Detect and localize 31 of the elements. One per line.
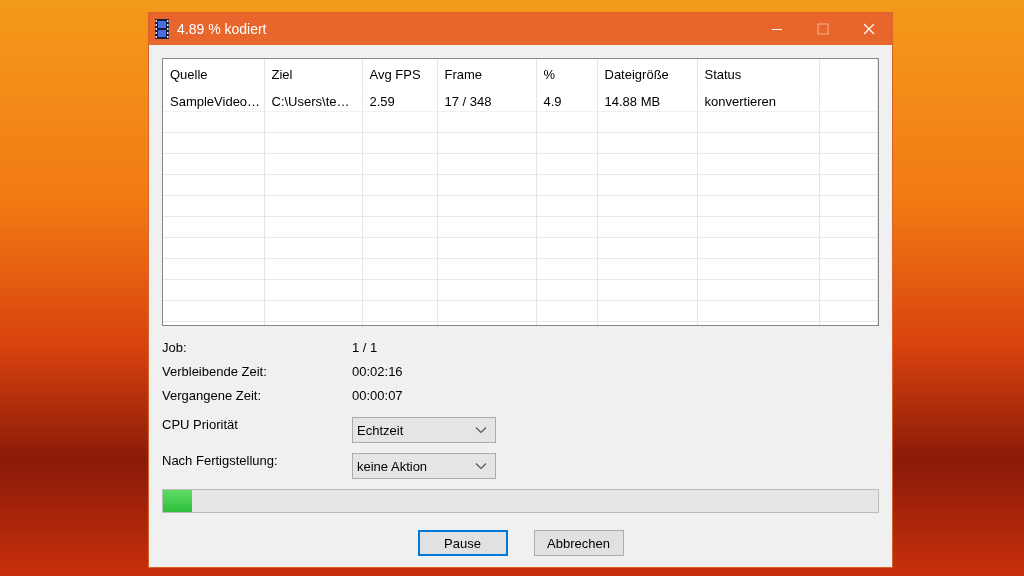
- column-header[interactable]: Quelle: [163, 59, 264, 91]
- dropdown[interactable]: Echtzeit: [352, 417, 496, 443]
- column-header[interactable]: Dateigröße: [597, 59, 697, 91]
- field-label: Nach Fertigstellung:: [162, 453, 279, 468]
- column-header[interactable]: Avg FPS: [362, 59, 437, 91]
- field-value: 00:00:07: [352, 388, 404, 404]
- field-value: 00:02:16: [352, 364, 404, 380]
- field-label: CPU Priorität: [162, 417, 239, 432]
- table-cell: SampleVideo…: [163, 90, 264, 112]
- field-label: Job:: [162, 340, 188, 356]
- column-header[interactable]: Frame: [437, 59, 536, 91]
- field-value: 1 / 1: [352, 340, 379, 356]
- film-strip-icon: [155, 19, 169, 39]
- field-label: Verbleibende Zeit:: [162, 364, 268, 380]
- table-cell: 2.59: [362, 90, 437, 112]
- table-cell: 4.9: [536, 90, 597, 112]
- dialog-button[interactable]: Pause: [417, 530, 508, 556]
- column-header[interactable]: Ziel: [264, 59, 362, 91]
- column-header[interactable]: Status: [697, 59, 819, 91]
- close-icon[interactable]: [863, 23, 875, 35]
- column-header[interactable]: %: [536, 59, 597, 91]
- table-cell: 17 / 348: [437, 90, 536, 112]
- table-cell: konvertieren: [697, 90, 819, 112]
- dropdown[interactable]: keine Aktion: [352, 453, 496, 479]
- window-title: 4.89 % kodiert: [177, 21, 268, 37]
- table-cell: C:\Users\te…: [264, 90, 362, 112]
- chevron-down-icon: [475, 462, 487, 470]
- table-cell: 14.88 MB: [597, 90, 697, 112]
- chevron-down-icon: [475, 426, 487, 434]
- field-label: Vergangene Zeit:: [162, 388, 263, 404]
- dialog-button[interactable]: Abbrechen: [533, 530, 624, 556]
